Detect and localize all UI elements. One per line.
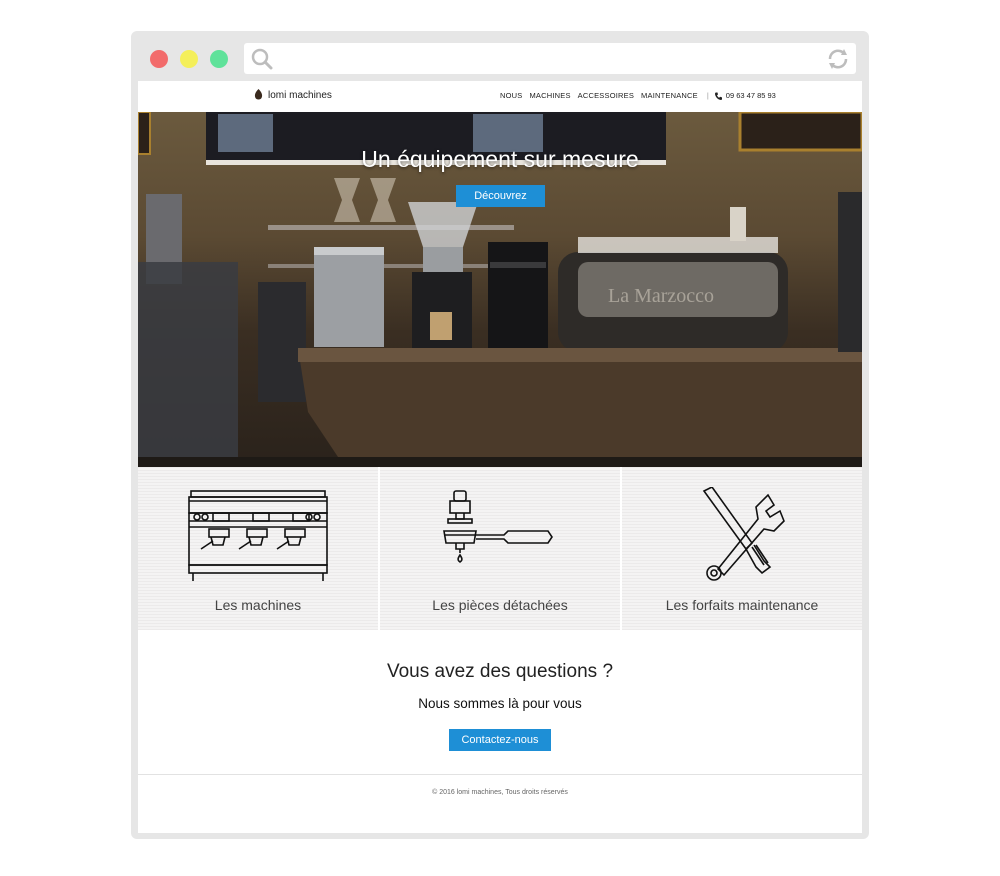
address-bar[interactable]	[244, 43, 856, 74]
maximize-window-button[interactable]	[210, 50, 228, 68]
footer-divider	[138, 774, 862, 775]
hero-title: Un équipement sur mesure	[361, 146, 639, 172]
web-page: lomi machines NOUS MACHINES ACCESSOIRES …	[138, 81, 862, 833]
coffee-bean-icon	[254, 89, 263, 100]
close-window-button[interactable]	[150, 50, 168, 68]
feature-tiles: Les machines Les pièces détachées Les fo…	[138, 467, 862, 630]
phone-icon	[714, 92, 722, 100]
feature-maintenance[interactable]: Les forfaits maintenance	[622, 467, 862, 630]
questions-subtitle: Nous sommes là pour vous	[418, 696, 582, 711]
tools-icon	[702, 487, 785, 581]
espresso-machine-icon	[188, 490, 328, 581]
minimize-window-button[interactable]	[180, 50, 198, 68]
questions-title: Vous avez des questions ?	[386, 661, 614, 682]
browser-window: lomi machines NOUS MACHINES ACCESSOIRES …	[131, 31, 869, 839]
main-nav: NOUS MACHINES ACCESSOIRES MAINTENANCE | …	[500, 91, 776, 100]
hero-banner: La Marzocco Un équipement sur mesure Déc…	[138, 112, 862, 467]
feature-pieces-label: Les pièces détachées	[432, 597, 568, 613]
phone-number: 09 63 47 85 93	[725, 91, 776, 100]
nav-item-maintenance[interactable]: MAINTENANCE	[641, 91, 698, 100]
footer-copyright: © 2016 lomi machines, Tous droits réserv…	[432, 789, 568, 796]
feature-machines[interactable]: Les machines	[138, 467, 378, 630]
contact-button[interactable]: Contactez-nous	[449, 729, 551, 751]
feature-maintenance-label: Les forfaits maintenance	[665, 597, 819, 613]
nav-item-accessoires[interactable]: ACCESSOIRES	[578, 91, 634, 100]
logo-text: lomi machines	[268, 89, 332, 101]
feature-pieces[interactable]: Les pièces détachées	[380, 467, 620, 630]
feature-machines-label: Les machines	[214, 597, 302, 613]
phone-link[interactable]: 09 63 47 85 93	[714, 91, 776, 100]
nav-item-nous[interactable]: NOUS	[500, 91, 522, 100]
search-icon[interactable]	[250, 47, 274, 76]
refresh-icon[interactable]	[826, 47, 850, 76]
svg-text:La Marzocco: La Marzocco	[608, 285, 714, 307]
site-header: lomi machines NOUS MACHINES ACCESSOIRES …	[138, 81, 862, 112]
nav-divider: |	[706, 91, 709, 100]
discover-button[interactable]: Découvrez	[456, 185, 545, 207]
logo[interactable]: lomi machines	[254, 89, 332, 101]
nav-item-machines[interactable]: MACHINES	[529, 91, 570, 100]
portafilter-icon	[443, 490, 553, 563]
